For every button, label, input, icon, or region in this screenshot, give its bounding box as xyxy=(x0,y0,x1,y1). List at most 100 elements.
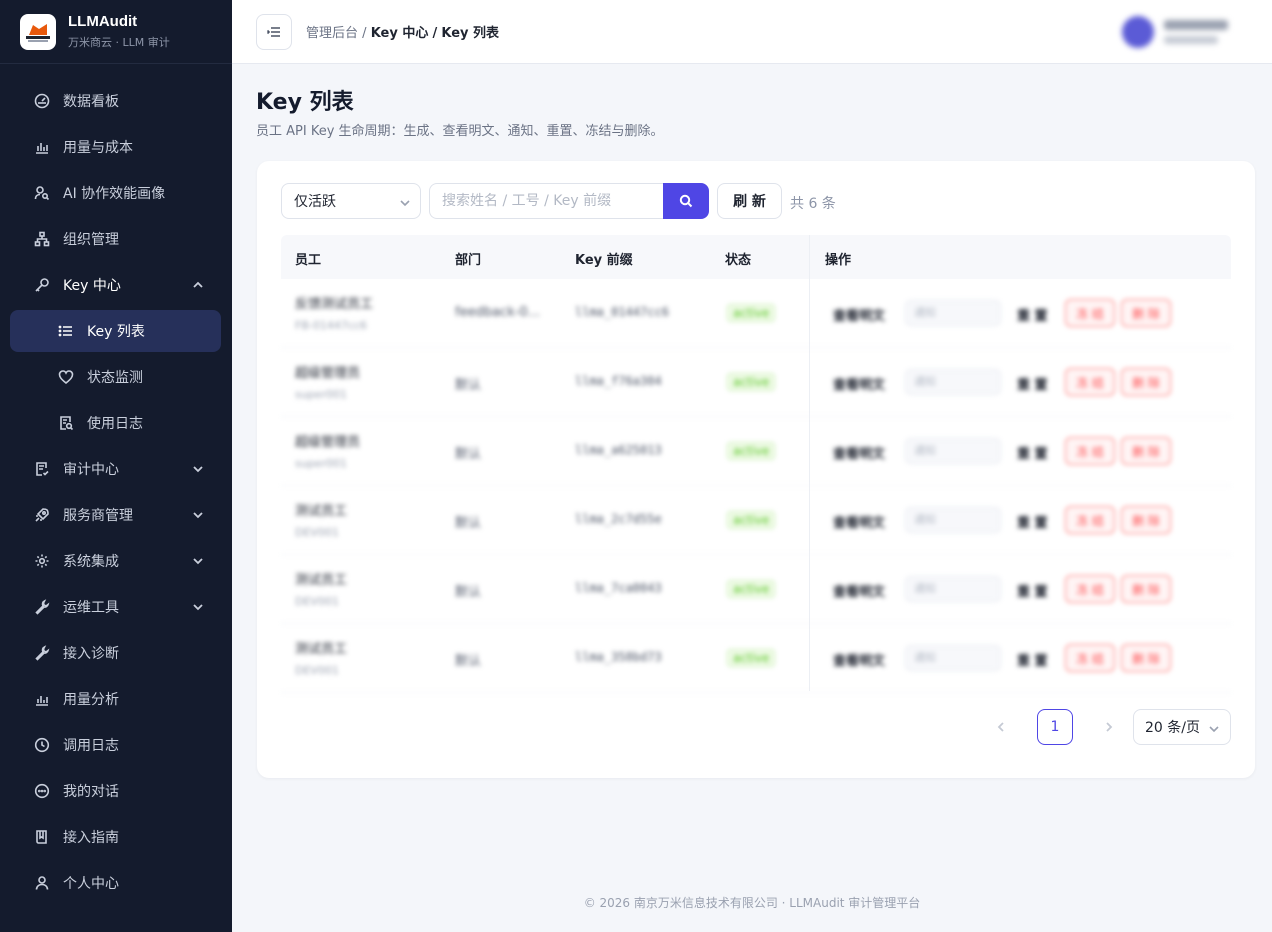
employee-name: 测试员工 xyxy=(295,504,348,519)
breadcrumb-sep: / xyxy=(432,26,438,41)
sidebar-item-label: 服务商管理 xyxy=(63,508,133,524)
sidebar-item-10[interactable]: 用量分析 xyxy=(0,676,232,722)
diagnose-icon xyxy=(35,645,50,661)
status-badge: active xyxy=(727,304,776,322)
reset-button[interactable]: 重 置 xyxy=(1017,512,1048,531)
search-input[interactable] xyxy=(429,183,665,219)
sidebar-item-label: 数据看板 xyxy=(63,94,119,110)
sidebar-item-4[interactable]: Key 中心 xyxy=(0,262,232,308)
view-plaintext-button[interactable]: 查看明文 xyxy=(833,581,885,600)
reset-button[interactable]: 重 置 xyxy=(1017,443,1048,462)
reset-button[interactable]: 重 置 xyxy=(1017,581,1048,600)
freeze-button[interactable]: 冻 结 xyxy=(1065,368,1115,396)
notify-select[interactable]: 通知 xyxy=(905,300,1001,326)
sidebar-item-14[interactable]: 个人中心 xyxy=(0,860,232,906)
col-dept: 部门 xyxy=(455,253,482,268)
department: 默认 xyxy=(455,447,482,462)
search-button[interactable] xyxy=(663,183,709,219)
view-plaintext-button[interactable]: 查看明文 xyxy=(833,650,885,669)
delete-button[interactable]: 删 除 xyxy=(1121,506,1171,534)
notify-select[interactable]: 通知 xyxy=(905,438,1001,464)
status-badge: active xyxy=(727,442,776,460)
view-plaintext-button[interactable]: 查看明文 xyxy=(833,374,885,393)
analytics-icon xyxy=(36,696,48,706)
sidebar-item-9[interactable]: 接入诊断 xyxy=(0,630,232,676)
view-plaintext-button[interactable]: 查看明文 xyxy=(833,305,885,324)
delete-button[interactable]: 删 除 xyxy=(1121,575,1171,603)
sidebar-subitem-0[interactable]: Key 列表 xyxy=(10,310,221,352)
table-row: 超级管理员 super001 默认 llma_f76a304 active 查看明文 通知重… xyxy=(281,348,1231,417)
table-row: 测试员工 DEV001 默认 llma_2c7d55e active 查看明文 通知重 置冻… xyxy=(281,486,1231,555)
sidebar-item-1[interactable]: 用量与成本 xyxy=(0,124,232,170)
chevron-up-icon xyxy=(192,279,204,291)
sidebar-subitem-label: Key 列表 xyxy=(87,324,145,340)
top-header: 管理后台 / Key 中心 / Key 列表 xyxy=(232,0,1272,64)
menu-fold-icon xyxy=(266,26,280,37)
department: 默认 xyxy=(455,654,482,669)
department: 默认 xyxy=(455,516,482,531)
delete-button[interactable]: 删 除 xyxy=(1121,437,1171,465)
page-title: Key 列表 xyxy=(256,90,354,115)
page-size-select[interactable]: 20 条/页 xyxy=(1133,709,1231,745)
key-prefix: llma_358bd73 xyxy=(575,650,662,664)
freeze-button[interactable]: 冻 结 xyxy=(1065,506,1115,534)
heart-icon xyxy=(58,369,74,385)
sidebar-item-6[interactable]: 服务商管理 xyxy=(0,492,232,538)
reset-button[interactable]: 重 置 xyxy=(1017,305,1048,324)
freeze-button[interactable]: 冻 结 xyxy=(1065,575,1115,603)
notify-select[interactable]: 通知 xyxy=(905,576,1001,602)
notify-select[interactable]: 通知 xyxy=(905,507,1001,533)
sidebar-nav: 数据看板用量与成本 AI 协作效能画像 组织管理 Key 中心 Key 列表状态监测 使用… xyxy=(0,64,232,906)
sidebar-subitem-2[interactable]: 使用日志 xyxy=(0,400,232,446)
page-number-button[interactable]: 1 xyxy=(1037,709,1073,745)
sidebar-item-2[interactable]: AI 协作效能画像 xyxy=(0,170,232,216)
next-page-button[interactable] xyxy=(1099,717,1119,737)
toggle-sidebar-button[interactable] xyxy=(256,13,292,50)
employee-code: FB-01447cc6 xyxy=(295,319,367,332)
heart-icon xyxy=(58,370,74,385)
sidebar-item-label: 审计中心 xyxy=(63,462,119,478)
breadcrumb-mid[interactable]: Key 中心 xyxy=(371,26,429,41)
employee-code: super001 xyxy=(295,388,347,401)
sidebar-item-3[interactable]: 组织管理 xyxy=(0,216,232,262)
reset-button[interactable]: 重 置 xyxy=(1017,650,1048,669)
breadcrumb-sep: / xyxy=(362,26,367,41)
breadcrumb-current: Key 列表 xyxy=(441,26,500,41)
status-filter-select[interactable]: 仅活跃 xyxy=(281,183,421,219)
person-icon xyxy=(35,876,49,890)
sidebar-item-11[interactable]: 调用日志 xyxy=(0,722,232,768)
delete-button[interactable]: 删 除 xyxy=(1121,644,1171,672)
notify-select[interactable]: 通知 xyxy=(905,645,1001,671)
sidebar-item-13[interactable]: 接入指南 xyxy=(0,814,232,860)
delete-button[interactable]: 删 除 xyxy=(1121,368,1171,396)
department: feedback-0... xyxy=(455,305,541,320)
view-plaintext-button[interactable]: 查看明文 xyxy=(833,443,885,462)
key-prefix: llma_7ca0043 xyxy=(575,581,662,595)
department: 默认 xyxy=(455,378,482,393)
freeze-button[interactable]: 冻 结 xyxy=(1065,437,1115,465)
prev-page-button[interactable] xyxy=(991,717,1011,737)
freeze-button[interactable]: 冻 结 xyxy=(1065,644,1115,672)
log-search-icon xyxy=(58,415,74,431)
refresh-button[interactable]: 刷 新 xyxy=(717,183,782,219)
sidebar-item-12[interactable]: 我的对话 xyxy=(0,768,232,814)
sidebar-item-5[interactable]: 审计中心 xyxy=(0,446,232,492)
sidebar-item-label: 系统集成 xyxy=(63,554,119,570)
chevron-down-icon xyxy=(192,463,204,475)
delete-button[interactable]: 删 除 xyxy=(1121,299,1171,327)
breadcrumb-root[interactable]: 管理后台 xyxy=(306,26,358,41)
sidebar-item-7[interactable]: 系统集成 xyxy=(0,538,232,584)
notify-select[interactable]: 通知 xyxy=(905,369,1001,395)
chevron-down-icon xyxy=(192,555,204,567)
audit-icon xyxy=(36,462,49,476)
view-plaintext-button[interactable]: 查看明文 xyxy=(833,512,885,531)
sidebar-item-0[interactable]: 数据看板 xyxy=(0,78,232,124)
total-count: 共 6 条 xyxy=(790,196,836,212)
sidebar-subitem-1[interactable]: 状态监测 xyxy=(0,354,232,400)
freeze-button[interactable]: 冻 结 xyxy=(1065,299,1115,327)
table-body: 反馈测试员工 FB-01447cc6 feedback-0... llma_01447… xyxy=(281,279,1231,693)
reset-button[interactable]: 重 置 xyxy=(1017,374,1048,393)
sidebar-item-8[interactable]: 运维工具 xyxy=(0,584,232,630)
key-prefix: llma_a625013 xyxy=(575,443,662,457)
user-menu[interactable] xyxy=(1122,10,1252,54)
